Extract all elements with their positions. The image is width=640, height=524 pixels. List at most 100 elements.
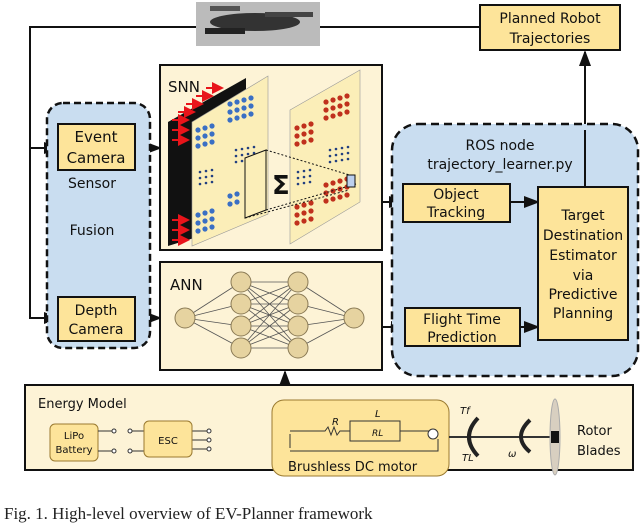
svg-text:LiPo: LiPo bbox=[64, 431, 84, 442]
planned-robot-trajectories-box: Planned Robot Trajectories bbox=[479, 4, 621, 51]
neuron-dot bbox=[234, 115, 240, 121]
neuron-dot bbox=[234, 107, 240, 113]
svg-text:Camera: Camera bbox=[69, 322, 124, 338]
neuron-dot bbox=[209, 139, 215, 145]
neuron-dot bbox=[308, 208, 314, 214]
svg-text:Brushless DC motor: Brushless DC motor bbox=[288, 460, 418, 475]
neuron-dot bbox=[241, 97, 247, 103]
neuron-dot bbox=[202, 210, 208, 216]
neuron-dot bbox=[337, 103, 343, 109]
neuron-dot bbox=[334, 159, 338, 163]
svg-text:ESC: ESC bbox=[158, 436, 178, 447]
ann-node bbox=[287, 337, 309, 359]
snn-panel: SNN Σ bbox=[159, 64, 383, 251]
neuron-dot bbox=[340, 146, 344, 150]
neuron-dot bbox=[308, 168, 312, 172]
neuron-dot bbox=[198, 170, 202, 174]
neuron-dot bbox=[234, 160, 238, 164]
neuron-dot bbox=[308, 121, 314, 127]
neuron-dot bbox=[202, 125, 208, 131]
ann-node bbox=[287, 271, 309, 293]
neuron-dot bbox=[301, 202, 307, 208]
neuron-dot bbox=[328, 154, 332, 158]
neuron-dot bbox=[346, 157, 350, 161]
neuron-dot bbox=[294, 141, 300, 147]
neuron-dot bbox=[346, 151, 350, 155]
neuron-dot bbox=[330, 196, 336, 202]
neuron-dot bbox=[296, 176, 300, 180]
neuron-dot bbox=[195, 220, 201, 226]
neuron-dot bbox=[308, 200, 314, 206]
neuron-dot bbox=[234, 99, 240, 105]
neuron-dot bbox=[296, 170, 300, 174]
neuron-dot bbox=[195, 135, 201, 141]
neuron-dot bbox=[334, 147, 338, 151]
neuron-dot bbox=[302, 169, 306, 173]
neuron-dot bbox=[302, 181, 306, 185]
neuron-dot bbox=[195, 228, 201, 234]
neuron-dot bbox=[346, 145, 350, 149]
neuron-dot bbox=[308, 174, 312, 178]
neuron-dot bbox=[344, 192, 350, 198]
neuron-dot bbox=[294, 220, 300, 226]
neuron-dot bbox=[241, 105, 247, 111]
svg-text:ω: ω bbox=[508, 449, 516, 460]
neuron-dot bbox=[302, 175, 306, 179]
neuron-dot bbox=[246, 146, 250, 150]
figure-caption: Fig. 1. High-level overview of EV-Planne… bbox=[4, 504, 373, 523]
neuron-dot bbox=[340, 158, 344, 162]
neuron-dot bbox=[308, 216, 314, 222]
svg-text:Battery: Battery bbox=[55, 445, 92, 456]
neuron-dot bbox=[308, 137, 314, 143]
ann-node bbox=[230, 271, 252, 293]
svg-text:RL: RL bbox=[372, 429, 383, 439]
neuron-dot bbox=[248, 95, 254, 101]
svg-text:Camera: Camera bbox=[67, 149, 126, 167]
energy-model-panel: Energy Model LiPo Battery ESC R L RL Bru… bbox=[24, 384, 634, 477]
neuron-dot bbox=[227, 109, 233, 115]
neuron-dot bbox=[340, 152, 344, 156]
neuron-dot bbox=[198, 182, 202, 186]
neuron-dot bbox=[209, 224, 215, 230]
svg-text:Destination: Destination bbox=[543, 228, 623, 244]
ann-label: ANN bbox=[170, 276, 203, 294]
neuron-dot bbox=[202, 218, 208, 224]
drone-image bbox=[196, 2, 320, 46]
svg-text:Object: Object bbox=[433, 187, 479, 203]
svg-text:via: via bbox=[573, 268, 594, 284]
neuron-dot bbox=[198, 176, 202, 180]
neuron-dot bbox=[308, 180, 312, 184]
neuron-dot bbox=[294, 125, 300, 131]
lipo-battery-box: LiPo Battery bbox=[49, 423, 99, 462]
neuron-dot bbox=[195, 143, 201, 149]
neuron-dot bbox=[234, 199, 240, 205]
object-tracking-box: Object Tracking bbox=[402, 183, 511, 223]
neuron-dot bbox=[323, 198, 329, 204]
svg-text:Event: Event bbox=[75, 128, 118, 146]
ann-node bbox=[287, 315, 309, 337]
neuron-dot bbox=[294, 204, 300, 210]
neuron-dot bbox=[202, 226, 208, 232]
neuron-dot bbox=[227, 201, 233, 207]
neuron-dot bbox=[195, 127, 201, 133]
neuron-dot bbox=[344, 109, 350, 115]
svg-text:Fusion: Fusion bbox=[70, 223, 115, 239]
neuron-dot bbox=[234, 154, 238, 158]
diagram: Sensor Fusion Event Camera Depth Camera … bbox=[24, 2, 640, 477]
rotor-label: Rotor bbox=[577, 424, 612, 439]
ann-node bbox=[343, 307, 365, 329]
neuron-dot bbox=[234, 191, 240, 197]
neuron-dot bbox=[337, 95, 343, 101]
ann-node bbox=[287, 293, 309, 315]
svg-text:Target: Target bbox=[560, 208, 605, 224]
neuron-dot bbox=[252, 145, 256, 149]
neuron-dot bbox=[328, 148, 332, 152]
neuron-dot bbox=[301, 131, 307, 137]
neuron-dot bbox=[294, 212, 300, 218]
event-camera-box: Event Camera bbox=[57, 123, 136, 171]
neuron-dot bbox=[202, 141, 208, 147]
neuron-dot bbox=[248, 111, 254, 117]
svg-text:Estimator: Estimator bbox=[549, 248, 617, 264]
neuron-dot bbox=[209, 123, 215, 129]
neuron-dot bbox=[210, 174, 214, 178]
